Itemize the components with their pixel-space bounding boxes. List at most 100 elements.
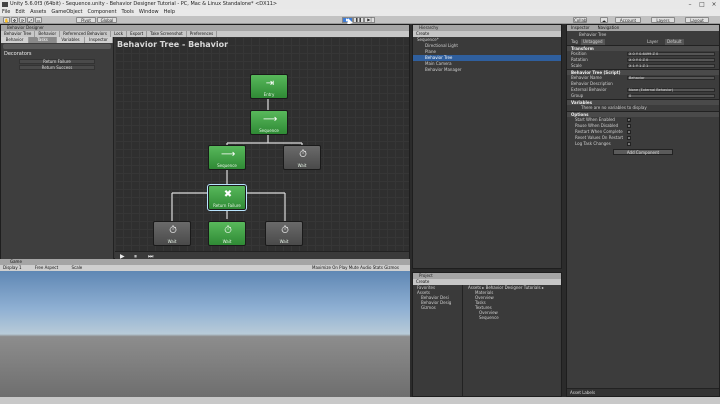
status-bar [0,397,720,404]
option-checkbox[interactable] [627,142,631,146]
main-toolbar: ✋ ✥ ⟳ ⤢ ▭ Pivot Global ▶ ❚❚ ▶| Collab ☁ … [0,16,720,24]
wait-node-c[interactable]: ⏱ Wait [265,221,303,246]
field-value[interactable]: Behavior [627,76,715,80]
task-list: Return Failure Return Success [1,59,113,70]
hand-tool-button[interactable]: ✋ [3,17,10,23]
tab-tasks[interactable]: Tasks [29,37,57,43]
sequence-top-node[interactable]: ⟶ Sequence [250,110,288,135]
field-label: Group [571,93,584,98]
menu-assets[interactable]: Assets [30,9,46,16]
project-contents: Assets ▸ Behavior Designer Tutorials ▸ M… [465,285,561,396]
asset-item[interactable]: Sequence [465,315,561,320]
hierarchy-window: Hierarchy Create Sequence* Directional L… [412,24,562,269]
hierarchy-list: Directional Light Plane Behavior Tree Main … [413,43,561,73]
global-button[interactable]: Global [97,17,117,23]
option-label: Reset Values On Restart [575,135,624,140]
tab-behavior[interactable]: Behavior [1,37,29,43]
rotate-tool-button[interactable]: ⟳ [19,17,26,23]
asset-list: Materials Overview Tasks Textures Overview Se… [465,290,561,320]
minimize-button[interactable]: – [684,0,696,9]
object-name-field[interactable]: Behavior Tree [567,31,719,39]
field-value[interactable]: None (External Behavior) [627,88,715,92]
field-value[interactable]: X 0 Y 0 Z 0 [627,58,715,62]
tab-inspector[interactable]: Inspector [85,37,113,43]
scale-slider[interactable]: Scale [59,265,82,270]
project-folder-tree: Favorites Assets Behavior Desi Behavior De… [413,285,463,396]
behavior-graph-canvas[interactable]: Behavior Tree - Behavior ⇥ Entry ⟶ Seque… [115,37,409,259]
stopwatch-icon: ⏱ [281,225,289,236]
field-label: Scale [571,63,582,68]
field-value[interactable]: 0 [627,94,715,98]
option-row: Log Task Changes [567,141,719,147]
entry-node[interactable]: ⇥ Entry [250,74,288,99]
option-checkbox[interactable] [627,130,631,134]
wait-right-node[interactable]: ⏱ Wait [283,145,321,170]
option-checkbox[interactable]: ✓ [627,118,631,123]
menu-window[interactable]: Window [139,9,159,16]
field-value[interactable]: X 1 Y 1 Z 1 [627,64,715,68]
rect-tool-button[interactable]: ▭ [35,17,42,23]
return-failure-node[interactable]: ✖ Return Failure [207,184,247,211]
option-fields: Start When Enabled ✓ Pause When Disabled Re… [567,117,719,147]
field-label: External Behavior [571,87,607,92]
sequence-left-node[interactable]: ⟶ Sequence [208,145,246,170]
option-label: Start When Enabled [575,117,615,122]
menu-file[interactable]: File [2,9,10,16]
wait-node-b[interactable]: ⏱ Wait [208,221,246,246]
close-button[interactable]: × [708,0,720,9]
scale-tool-button[interactable]: ⤢ [27,17,34,23]
inspector-window: Inspector Navigation Behavior Tree Tag U… [566,24,720,397]
panel-tabs: Behavior Tasks Variables Inspector [1,37,113,43]
option-checkbox[interactable] [627,136,631,140]
maximize-button[interactable]: □ [696,0,708,9]
wait-node-a[interactable]: ⏱ Wait [153,221,191,246]
tab-variables[interactable]: Variables [57,37,85,43]
pivot-button[interactable]: Pivot [76,17,96,23]
task-search-input[interactable] [3,44,111,49]
add-component-button[interactable]: Add Component [613,149,673,155]
option-label: Pause When Disabled [575,123,619,128]
cross-icon: ✖ [223,189,233,200]
layout-dropdown[interactable]: Layout [685,17,709,23]
aspect-dropdown[interactable]: Free Aspect [23,265,58,270]
option-label: Log Task Changes [575,141,611,146]
account-dropdown[interactable]: Account [615,17,641,23]
menu-bar: File Edit Assets GameObject Component Tools Wi… [0,9,720,16]
sequence-arrow-icon: ⟶ [221,149,236,160]
window-title-bar: Unity 5.6.0f3 (64bit) - Sequence.unity -… [0,0,720,9]
menu-component[interactable]: Component [88,9,117,16]
folder-item[interactable]: Gizmos [413,305,462,310]
display-dropdown[interactable]: Display 1 [0,265,22,270]
menu-help[interactable]: Help [164,9,175,16]
behavior-fields: Behavior Name Behavior Behavior Descriptio… [567,75,719,99]
game-viewport[interactable] [0,271,410,397]
task-item[interactable]: Return Success [19,65,95,70]
cloud-icon[interactable]: ☁ [600,17,608,23]
asset-labels: Asset Labels [567,388,719,396]
decorators-section[interactable]: Decorators [4,51,110,57]
option-checkbox[interactable] [627,124,631,128]
step-button[interactable]: ▶| [364,17,375,23]
stopwatch-icon: ⏱ [169,225,177,236]
menu-edit[interactable]: Edit [15,9,25,16]
sequence-arrow-icon: ⟶ [263,114,278,125]
task-item[interactable]: Return Failure [19,59,95,64]
collab-button[interactable]: Collab [573,17,587,23]
move-tool-button[interactable]: ✥ [11,17,18,23]
folder-list: Assets Behavior Desi Behavior Desig Gizmos [413,290,462,310]
pause-button[interactable]: ❚❚ [353,17,364,23]
window-controls: – □ × [684,0,720,9]
menu-tools[interactable]: Tools [122,9,134,16]
unity-logo-icon [2,2,8,7]
layers-dropdown[interactable]: Layers [651,17,675,23]
menu-gameobject[interactable]: GameObject [51,9,82,16]
field-value[interactable]: X 0 Y 0.6499 Z 0 [627,52,715,56]
behavior-designer-window: Behavior Designer Behavior Tree Behavior R… [0,24,410,260]
hierarchy-item[interactable]: Behavior Manager [413,67,561,73]
project-window: Project Create Favorites Assets Behavior … [412,272,562,397]
field-label: Position [571,51,587,56]
field-label: Behavior Description [571,81,613,86]
task-panel: Behavior Tasks Variables Inspector Decorato… [1,37,114,259]
option-label: Restart When Complete [575,129,623,134]
transform-fields: Position X 0 Y 0.6499 Z 0 Rotation X 0 Y 0 … [567,51,719,69]
